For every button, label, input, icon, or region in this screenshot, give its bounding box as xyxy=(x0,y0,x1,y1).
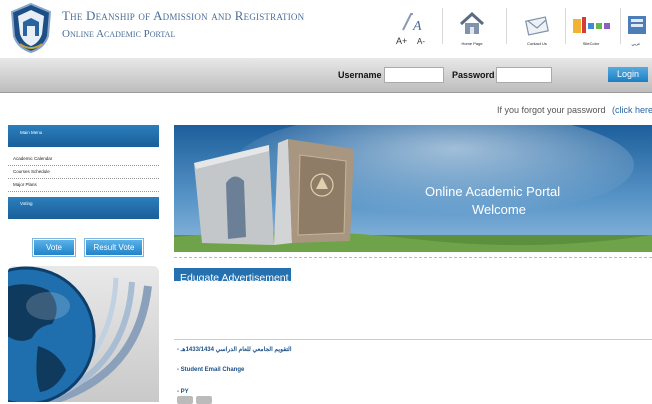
vote-button[interactable]: Vote xyxy=(33,239,75,256)
pager-button[interactable] xyxy=(177,396,193,404)
font-larger-button[interactable]: A+ xyxy=(396,36,407,46)
font-size-tool: A A+ A- xyxy=(393,10,433,50)
news-item-email-change[interactable]: - Student Email Change xyxy=(177,367,244,373)
site-subtitle: Online Academic Portal xyxy=(62,28,176,40)
main-menu-header: Main Menu xyxy=(8,125,159,147)
advertisement-title: Edugate Advertisement xyxy=(174,268,291,284)
news-item-calendar[interactable]: - التقويم الجامعي للعام الدراسي 1433/143… xyxy=(177,346,292,353)
svg-text:A: A xyxy=(412,19,422,34)
forgot-password-text: If you forgot your password xyxy=(497,105,606,115)
divider xyxy=(506,8,507,44)
contact-us-button[interactable]: Contact Us xyxy=(512,8,562,52)
site-color-button[interactable]: SiteColor xyxy=(566,8,616,52)
arabic-label: عربي xyxy=(631,41,641,46)
banner-welcome: Welcome xyxy=(472,202,526,217)
advertisement-title-text: Edugate Advertisement xyxy=(180,272,289,284)
contact-us-label: Contact Us xyxy=(527,41,547,46)
login-button[interactable]: Login xyxy=(608,67,648,82)
sidebar-item-label: Major Plans xyxy=(13,182,37,187)
forgot-password-link[interactable]: (click here xyxy=(612,105,652,115)
site-color-label: SiteColor xyxy=(582,41,600,46)
voting-title: Voting xyxy=(20,201,33,206)
globe-image xyxy=(8,266,159,402)
sidebar-item-courses-schedule[interactable]: Courses Schedule xyxy=(8,166,159,179)
login-bar xyxy=(0,58,652,93)
home-page-label: Home Page xyxy=(461,41,483,46)
divider xyxy=(174,257,652,258)
home-page-button[interactable]: Home Page xyxy=(447,8,497,52)
university-logo xyxy=(10,2,52,54)
sidebar-item-academic-calendar[interactable]: Academic Calendar xyxy=(8,153,159,166)
result-vote-button[interactable]: Result Vote xyxy=(85,239,143,256)
main-menu-title: Main Menu xyxy=(20,130,43,135)
arabic-language-button[interactable]: عربي xyxy=(620,8,652,52)
arabic-icon xyxy=(628,16,646,34)
username-input[interactable] xyxy=(384,67,444,83)
globe-graphic xyxy=(8,266,152,402)
banner-title: Online Academic Portal xyxy=(425,184,561,199)
divider xyxy=(174,339,652,340)
sidebar-item-major-plans[interactable]: Major Plans xyxy=(8,179,159,192)
font-size-icon: A xyxy=(402,13,422,34)
password-label: Password xyxy=(452,70,495,80)
font-smaller-button[interactable]: A- xyxy=(417,37,425,46)
password-input[interactable] xyxy=(496,67,552,83)
divider xyxy=(442,8,443,44)
news-item-py[interactable]: - PY xyxy=(177,389,189,395)
palette-icon xyxy=(573,17,610,33)
banner-graphic xyxy=(174,125,652,252)
home-icon xyxy=(459,11,485,34)
username-label: Username xyxy=(338,70,382,80)
contact-icon xyxy=(525,16,549,36)
sidebar-item-label: Courses Schedule xyxy=(13,169,50,174)
welcome-banner xyxy=(174,125,652,252)
site-title: The Deanship of Admission and Registrati… xyxy=(62,8,305,23)
sidebar-item-label: Academic Calendar xyxy=(13,156,53,161)
voting-header: Voting xyxy=(8,197,159,219)
pager-button[interactable] xyxy=(196,396,212,404)
